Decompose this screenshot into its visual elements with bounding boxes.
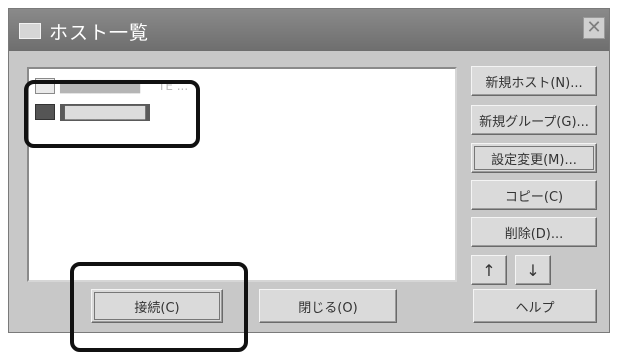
move-down-button[interactable]: ↓: [515, 255, 551, 285]
close-button[interactable]: 閉じる(O): [259, 289, 397, 323]
copy-button[interactable]: コピー(C): [471, 180, 597, 210]
change-settings-button[interactable]: 設定変更(M)...: [471, 143, 597, 173]
close-window-button[interactable]: ✕: [583, 17, 605, 39]
new-host-button[interactable]: 新規ホスト(N)...: [471, 66, 597, 96]
new-group-button[interactable]: 新規グループ(G)...: [471, 105, 597, 135]
title-bar[interactable]: ホスト一覧 ✕: [9, 9, 609, 51]
selected-host-highlight: [24, 80, 200, 148]
delete-button[interactable]: 削除(D)...: [471, 217, 597, 247]
move-up-button[interactable]: ↑: [471, 255, 507, 285]
window-title: ホスト一覧: [49, 22, 150, 44]
window-icon: [19, 23, 41, 39]
close-icon: ✕: [586, 17, 602, 38]
connect-button-highlight: [70, 262, 248, 352]
help-button[interactable]: ヘルプ: [473, 289, 597, 323]
